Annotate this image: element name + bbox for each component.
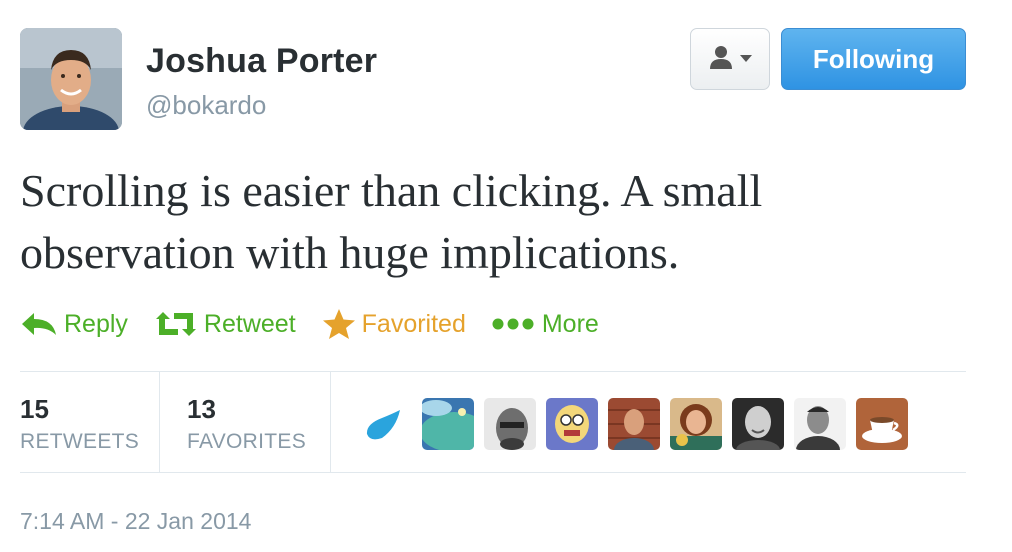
following-button[interactable]: Following	[781, 28, 966, 90]
tweet-timestamp[interactable]: 7:14 AM - 22 Jan 2014	[20, 508, 251, 535]
star-icon	[322, 308, 356, 340]
stats-separator	[159, 372, 160, 472]
retweets-label: RETWEETS	[20, 430, 140, 453]
favorites-stat[interactable]: 13 FAVORITES	[187, 372, 327, 472]
retweet-action[interactable]: Retweet	[154, 310, 296, 339]
landscape-avatar[interactable]	[422, 398, 474, 450]
more-label: More	[541, 309, 599, 338]
author-avatar[interactable]	[20, 28, 122, 130]
smiling-man-avatar[interactable]	[732, 398, 784, 450]
tweet-actions: Reply Retweet Favorited More	[20, 308, 625, 340]
coffee-cup-avatar[interactable]	[856, 398, 908, 450]
gray-shirt-man-avatar[interactable]	[794, 398, 846, 450]
favorites-label: FAVORITES	[187, 430, 306, 453]
reply-arrow-icon	[20, 311, 58, 337]
retweet-icon	[154, 310, 198, 338]
bald-man-avatar[interactable]	[484, 398, 536, 450]
stats-bottom-divider	[20, 472, 966, 473]
tweet-text: Scrolling is easier than clicking. A sma…	[20, 165, 763, 278]
favoriters-list	[360, 398, 908, 450]
woman-avatar[interactable]	[670, 398, 722, 450]
ellipsis-icon	[492, 318, 536, 330]
chevron-down-icon	[740, 50, 752, 68]
retweet-label: Retweet	[203, 309, 296, 338]
more-action[interactable]: More	[492, 310, 599, 339]
favorite-action[interactable]: Favorited	[322, 308, 466, 340]
favorites-count: 13	[187, 394, 216, 424]
author-name[interactable]: Joshua Porter	[146, 42, 377, 81]
user-actions-dropdown[interactable]	[690, 28, 770, 90]
user-icon	[708, 44, 734, 75]
stats-separator	[330, 372, 331, 472]
cartoon-avatar[interactable]	[546, 398, 598, 450]
retweets-stat[interactable]: 15 RETWEETS	[20, 372, 160, 472]
brick-wall-man-avatar[interactable]	[608, 398, 660, 450]
stats-top-divider	[20, 371, 966, 372]
reply-label: Reply	[64, 309, 128, 338]
retweets-count: 15	[20, 394, 49, 424]
author-handle[interactable]: @bokardo	[146, 90, 266, 121]
raindrop-avatar[interactable]	[360, 398, 412, 450]
reply-action[interactable]: Reply	[20, 310, 128, 339]
favorite-label: Favorited	[361, 309, 466, 338]
